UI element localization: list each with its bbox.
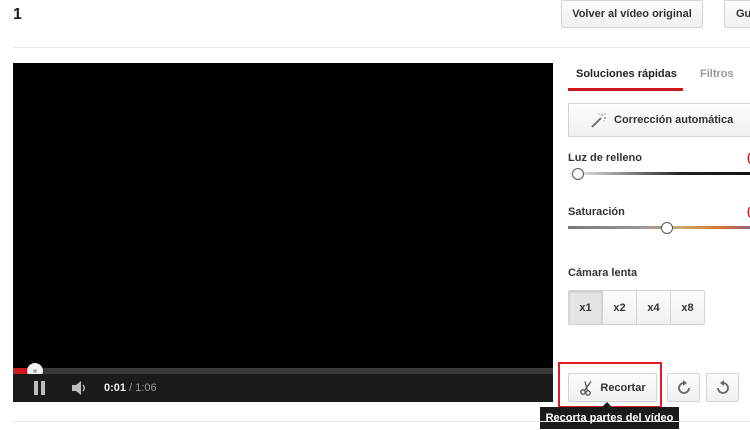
rotate-right-icon <box>677 379 690 394</box>
magic-wand-icon <box>591 113 606 128</box>
speed-x2-button[interactable]: x2 <box>602 290 637 325</box>
footer-divider <box>13 421 750 422</box>
time-display: 0:01 / 1:06 <box>104 382 157 394</box>
fill-light-slider-handle[interactable] <box>571 168 584 180</box>
header-divider <box>13 47 750 48</box>
player-controls: 0:01 / 1:06 <box>13 374 553 402</box>
trim-tooltip: Recorta partes del vídeo <box>540 402 679 429</box>
slow-motion-label: Cámara lenta <box>568 267 638 279</box>
auto-fix-button[interactable]: Corrección automática <box>568 103 750 137</box>
video-title: 1 <box>13 6 22 23</box>
saturation-label: Saturación <box>568 206 625 218</box>
revert-to-original-button[interactable]: Volver al vídeo original <box>561 0 703 28</box>
tab-quick-fixes[interactable]: Soluciones rápidas <box>576 68 677 80</box>
saturation-slider[interactable] <box>568 226 750 229</box>
fill-light-label: Luz de relleno <box>568 152 642 164</box>
duration: 1:06 <box>135 382 157 394</box>
auto-fix-label: Corrección automática <box>614 114 734 126</box>
rotate-left-icon <box>716 379 729 394</box>
fill-light-slider[interactable] <box>568 172 750 175</box>
scissors-icon <box>580 380 592 396</box>
active-tab-indicator <box>568 88 683 91</box>
speed-x8-button[interactable]: x8 <box>670 290 705 325</box>
pause-icon[interactable] <box>33 381 47 395</box>
slow-motion-speed-group: x1 x2 x4 x8 <box>568 290 705 325</box>
rotate-right-button[interactable] <box>667 373 700 402</box>
time-separator: / <box>129 382 133 394</box>
saturation-slider-handle[interactable] <box>661 222 674 234</box>
video-player[interactable]: 0:01 / 1:06 <box>13 63 553 402</box>
rotate-left-button[interactable] <box>706 373 739 402</box>
volume-icon[interactable] <box>71 380 89 396</box>
speed-x4-button[interactable]: x4 <box>636 290 671 325</box>
save-button[interactable]: Gu <box>724 0 750 28</box>
current-time: 0:01 <box>104 382 127 394</box>
trim-label: Recortar <box>600 381 646 394</box>
speed-x1-button[interactable]: x1 <box>568 290 603 325</box>
trim-button[interactable]: Recortar <box>568 373 657 402</box>
tab-filters[interactable]: Filtros <box>700 68 734 80</box>
